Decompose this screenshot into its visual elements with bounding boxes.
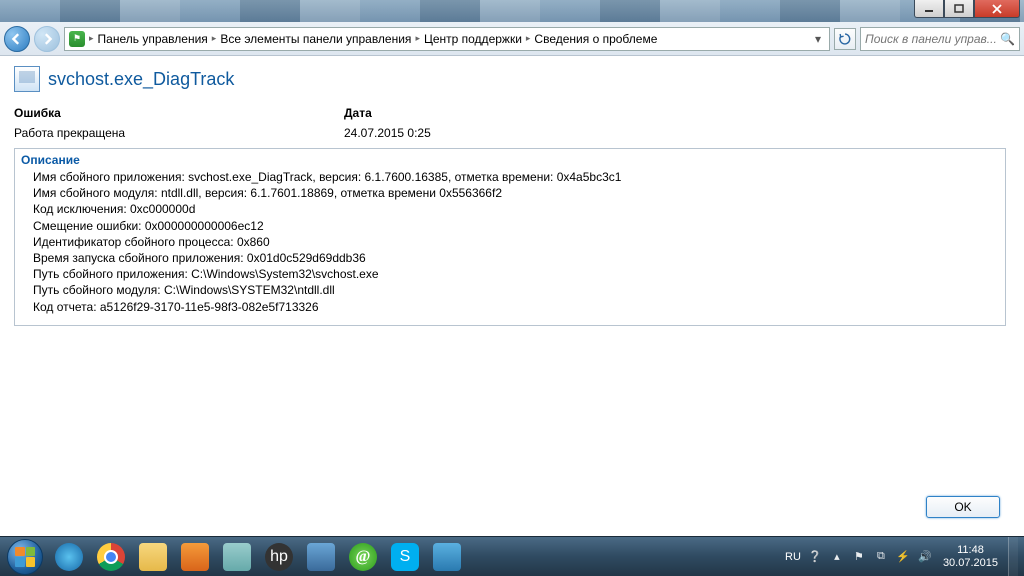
clock-date: 30.07.2015	[943, 557, 998, 570]
breadcrumb-item[interactable]: Сведения о проблеме	[534, 32, 657, 46]
taskbar-mail[interactable]: @	[343, 538, 383, 576]
window-controls	[914, 0, 1020, 18]
maximize-button[interactable]	[944, 0, 974, 18]
date-value: 24.07.2015 0:25	[344, 126, 674, 140]
taskbar-chrome[interactable]	[91, 538, 131, 576]
navigation-bar: ⚑ ▸Панель управления ▸Все элементы панел…	[0, 22, 1024, 56]
control-panel-icon: ⚑	[69, 31, 85, 47]
description-line: Код исключения: 0xc000000d	[25, 201, 995, 217]
taskbar-hp[interactable]: hp	[259, 538, 299, 576]
page-title: svchost.exe_DiagTrack	[48, 69, 234, 90]
breadcrumb-item[interactable]: Панель управления	[98, 32, 208, 46]
close-button[interactable]	[974, 0, 1020, 18]
description-line: Код отчета: a5126f29-3170-11e5-98f3-082e…	[25, 299, 995, 315]
taskbar-app-group[interactable]	[217, 538, 257, 576]
chevron-right-icon: ▸	[415, 33, 420, 44]
window-titlebar	[0, 0, 1024, 22]
language-indicator[interactable]: RU	[785, 551, 801, 563]
network-icon[interactable]: ⧉	[873, 549, 889, 565]
description-line: Путь сбойного модуля: C:\Windows\SYSTEM3…	[25, 282, 995, 298]
description-line: Время запуска сбойного приложения: 0x01d…	[25, 250, 995, 266]
ok-button[interactable]: OK	[926, 496, 1000, 518]
taskbar-card[interactable]	[427, 538, 467, 576]
description-line: Имя сбойного модуля: ntdll.dll, версия: …	[25, 185, 995, 201]
description-box: Описание Имя сбойного приложения: svchos…	[14, 148, 1006, 326]
taskbar-explorer[interactable]	[133, 538, 173, 576]
refresh-button[interactable]	[834, 28, 856, 50]
error-value: Работа прекращена	[14, 126, 344, 140]
taskbar-desktop[interactable]	[301, 538, 341, 576]
chevron-right-icon: ▸	[89, 33, 94, 44]
flag-icon[interactable]: ⚑	[851, 549, 867, 565]
taskbar-ie[interactable]	[49, 538, 89, 576]
address-dropdown-icon[interactable]: ▾	[811, 32, 825, 46]
description-line: Имя сбойного приложения: svchost.exe_Dia…	[25, 169, 995, 185]
taskbar-skype[interactable]: S	[385, 538, 425, 576]
start-button[interactable]	[2, 537, 48, 576]
address-bar[interactable]: ⚑ ▸Панель управления ▸Все элементы панел…	[64, 27, 830, 51]
date-label: Дата	[344, 106, 674, 120]
minimize-button[interactable]	[914, 0, 944, 18]
chevron-right-icon: ▸	[212, 33, 217, 44]
volume-icon[interactable]: 🔊	[917, 549, 933, 565]
system-tray: RU ❔ ▴ ⚑ ⧉ ⚡ 🔊 11:48 30.07.2015	[785, 537, 1024, 576]
power-icon[interactable]: ⚡	[895, 549, 911, 565]
search-icon[interactable]: 🔍	[1000, 32, 1015, 46]
breadcrumb-item[interactable]: Все элементы панели управления	[220, 32, 411, 46]
search-input[interactable]	[865, 32, 996, 46]
content-area: svchost.exe_DiagTrack Ошибка Работа прек…	[0, 56, 1024, 536]
clock-time: 11:48	[943, 544, 998, 557]
breadcrumb-item[interactable]: Центр поддержки	[424, 32, 522, 46]
forward-button[interactable]	[34, 26, 60, 52]
description-heading: Описание	[21, 153, 995, 167]
application-icon	[14, 66, 40, 92]
show-desktop-button[interactable]	[1008, 537, 1018, 576]
taskbar: hp @ S RU ❔ ▴ ⚑ ⧉ ⚡ 🔊 11:48 30.07.2015	[0, 536, 1024, 576]
tray-up-icon[interactable]: ▴	[829, 549, 845, 565]
chevron-right-icon: ▸	[526, 33, 531, 44]
search-box[interactable]: 🔍	[860, 27, 1020, 51]
description-line: Идентификатор сбойного процесса: 0x860	[25, 234, 995, 250]
taskbar-media-player[interactable]	[175, 538, 215, 576]
description-line: Путь сбойного приложения: C:\Windows\Sys…	[25, 266, 995, 282]
back-button[interactable]	[4, 26, 30, 52]
action-center-icon[interactable]: ❔	[807, 549, 823, 565]
clock[interactable]: 11:48 30.07.2015	[943, 544, 998, 569]
description-line: Смещение ошибки: 0x000000000006ec12	[25, 218, 995, 234]
error-label: Ошибка	[14, 106, 344, 120]
